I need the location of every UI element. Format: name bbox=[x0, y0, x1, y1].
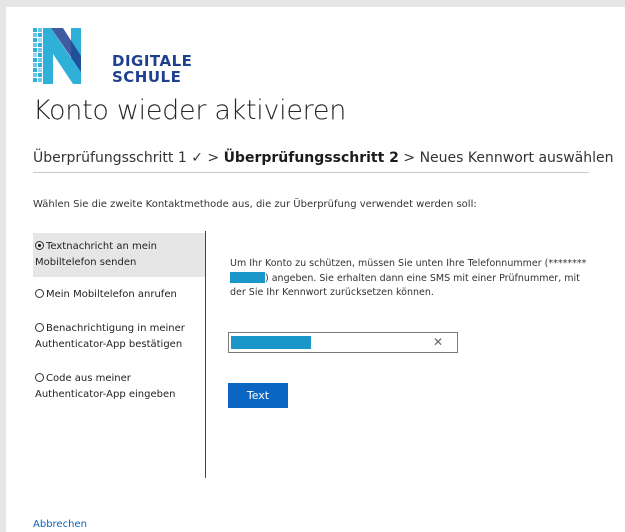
cancel-link[interactable]: Abbrechen bbox=[33, 519, 87, 530]
clear-icon[interactable]: ✕ bbox=[433, 335, 443, 349]
step-separator: > bbox=[403, 150, 416, 166]
phone-number-input[interactable]: ✕ bbox=[228, 332, 458, 353]
method-label: Benachrichtigung in meiner Authenticator… bbox=[35, 323, 185, 350]
step-1-label: Überprüfungsschritt 1 bbox=[33, 150, 187, 166]
radio-checked-icon[interactable] bbox=[35, 241, 44, 250]
step-separator: > bbox=[207, 150, 220, 166]
redacted-phone-digits bbox=[230, 271, 265, 283]
sms-explanation: Um Ihr Konto zu schützen, müssen Sie unt… bbox=[230, 257, 590, 301]
radio-icon[interactable] bbox=[35, 323, 44, 332]
method-sms[interactable]: Textnachricht an mein Mobiltelefon sende… bbox=[33, 233, 205, 277]
redacted-phone-value bbox=[231, 336, 311, 349]
check-icon: ✓ bbox=[191, 150, 203, 166]
method-label: Mein Mobiltelefon anrufen bbox=[46, 289, 177, 300]
digitale-schule-logo: DIGITALE SCHULE bbox=[33, 28, 213, 88]
divider bbox=[33, 172, 589, 173]
radio-icon[interactable] bbox=[35, 373, 44, 382]
send-text-button[interactable]: Text bbox=[228, 383, 288, 408]
logo-text: DIGITALE SCHULE bbox=[112, 53, 192, 85]
page: DIGITALE SCHULE Konto wieder aktivieren … bbox=[6, 7, 625, 532]
contact-method-list: Textnachricht an mein Mobiltelefon sende… bbox=[33, 233, 205, 415]
method-label: Textnachricht an mein Mobiltelefon sende… bbox=[35, 241, 158, 268]
radio-icon[interactable] bbox=[35, 289, 44, 298]
step-3-label: Neues Kennwort auswählen bbox=[419, 150, 614, 166]
breadcrumb: Überprüfungsschritt 1 ✓ > Überprüfungssc… bbox=[33, 150, 613, 166]
explanation-text-end: ) angeben. Sie erhalten dann eine SMS mi… bbox=[230, 272, 580, 299]
logo-mark-icon bbox=[33, 28, 81, 84]
explanation-text-start: Um Ihr Konto zu schützen, müssen Sie unt… bbox=[230, 258, 587, 269]
logo-line1: DIGITALE bbox=[112, 52, 193, 70]
method-app-code[interactable]: Code aus meiner Authenticator-App eingeb… bbox=[33, 365, 205, 409]
instruction-text: Wählen Sie die zweite Kontaktmethode aus… bbox=[33, 199, 477, 210]
method-app-notification[interactable]: Benachrichtigung in meiner Authenticator… bbox=[33, 315, 205, 359]
method-label: Code aus meiner Authenticator-App eingeb… bbox=[35, 373, 176, 400]
vertical-divider bbox=[205, 231, 206, 478]
page-title: Konto wieder aktivieren bbox=[33, 95, 347, 126]
method-call[interactable]: Mein Mobiltelefon anrufen bbox=[33, 281, 205, 309]
step-2-label: Überprüfungsschritt 2 bbox=[223, 150, 399, 166]
logo-line2: SCHULE bbox=[112, 68, 182, 86]
